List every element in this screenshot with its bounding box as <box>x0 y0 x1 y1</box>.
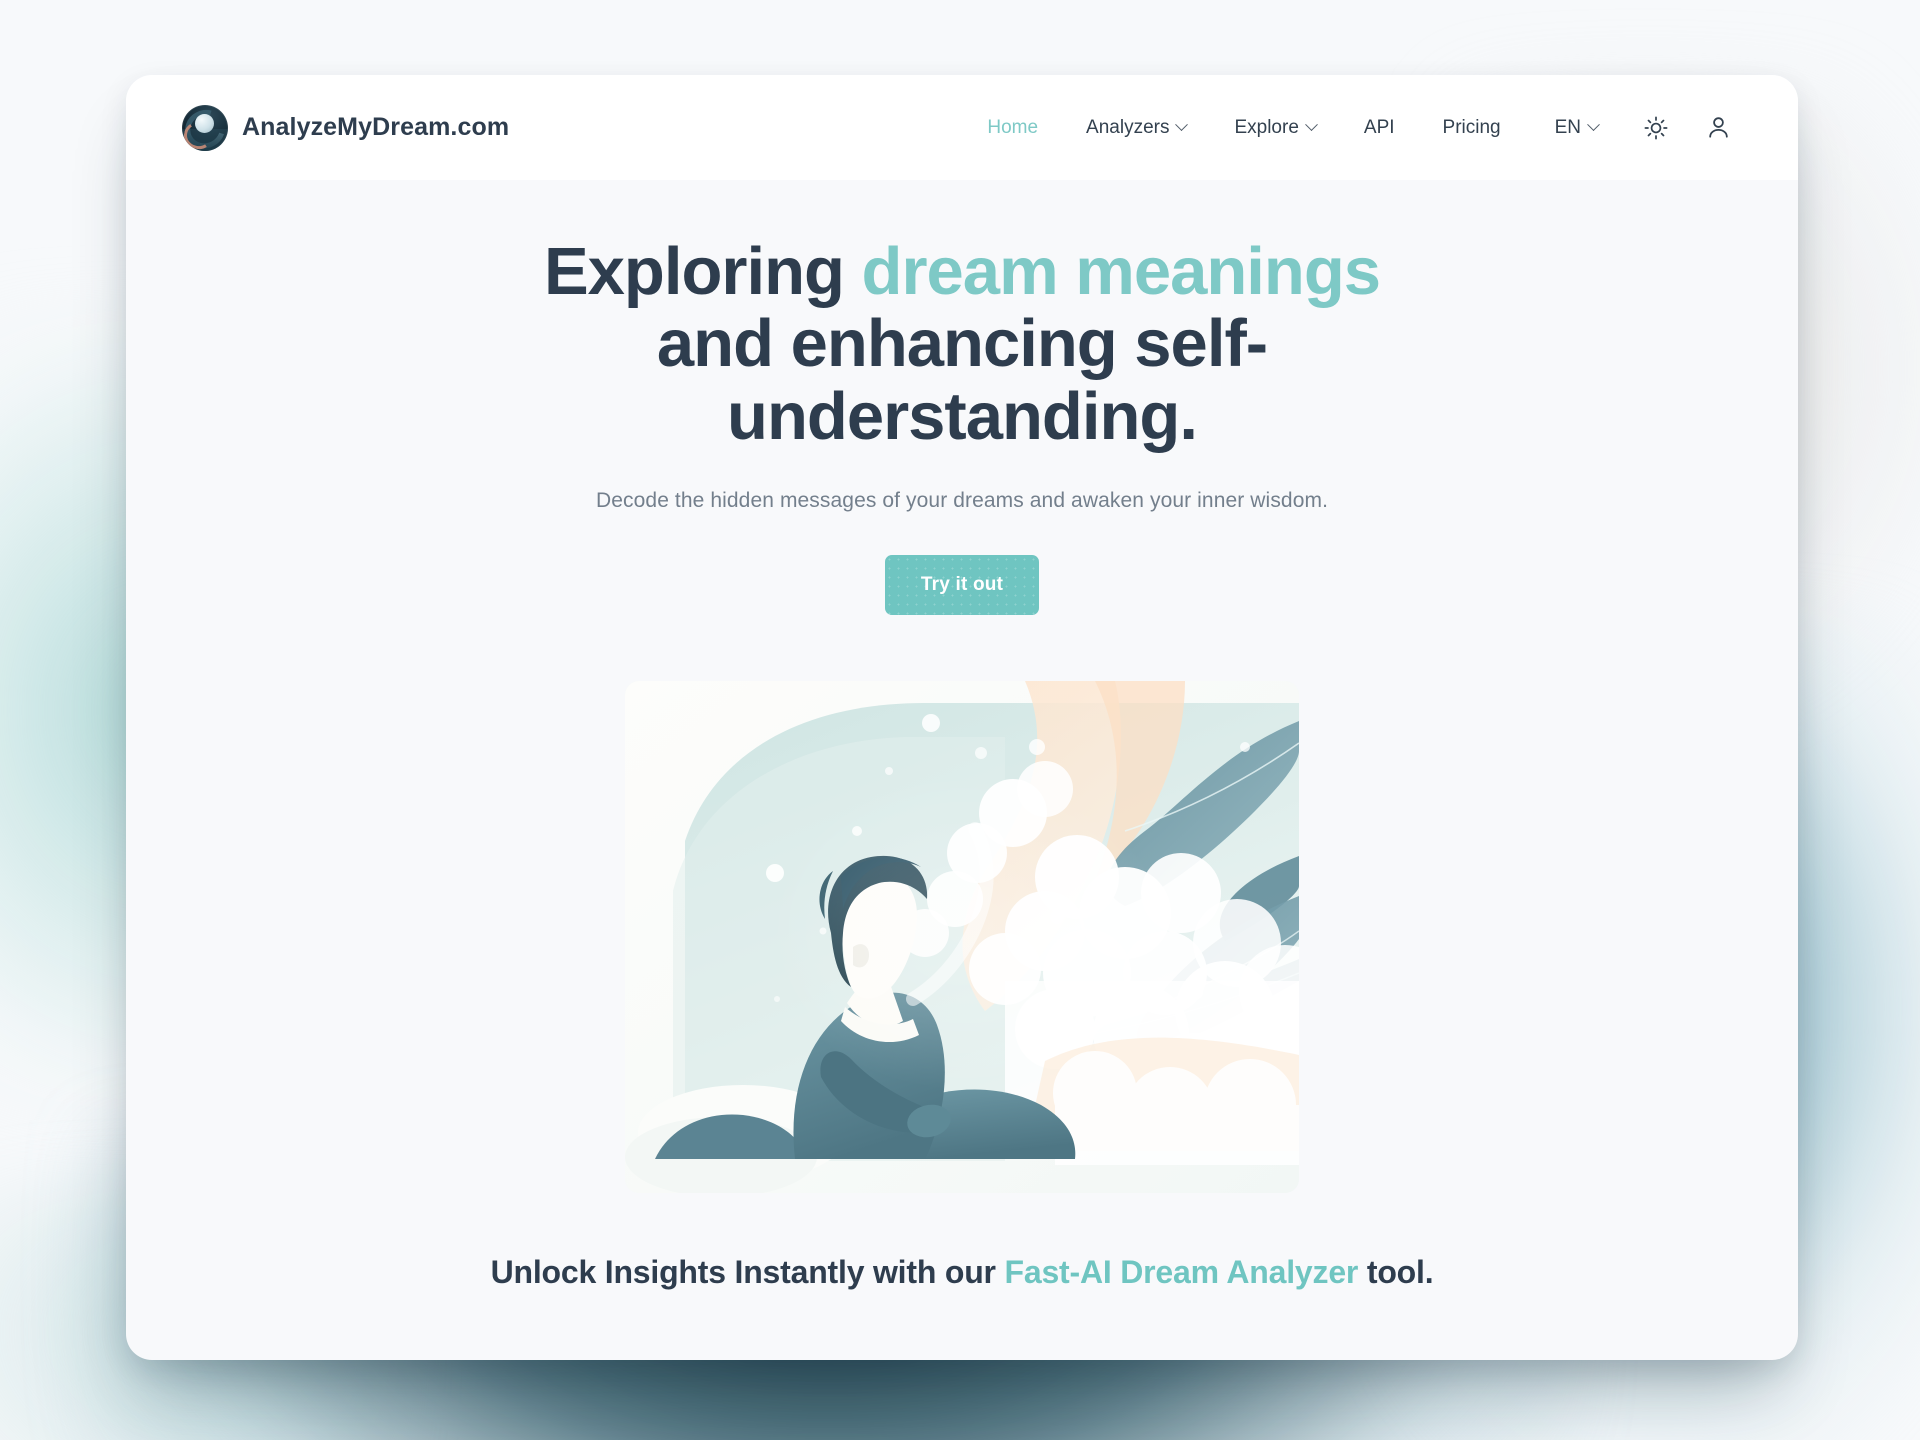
main-navigation: Home Analyzers Explore API Pricing EN <box>963 106 1740 150</box>
nav-item-home[interactable]: Home <box>963 107 1062 149</box>
language-selector-label: EN <box>1554 116 1581 138</box>
theme-toggle-button[interactable] <box>1634 106 1678 150</box>
language-selector[interactable]: EN <box>1525 107 1616 149</box>
dream-orb-logo-icon <box>182 104 228 151</box>
sun-icon <box>1644 116 1668 139</box>
app-window-card: AnalyzeMyDream.com Home Analyzers Explor… <box>126 75 1798 1360</box>
brand-logo-link[interactable]: AnalyzeMyDream.com <box>182 104 510 151</box>
nav-item-analyzers[interactable]: Analyzers <box>1062 107 1210 149</box>
nav-item-explore-label: Explore <box>1234 116 1299 138</box>
try-it-out-button[interactable]: Try it out <box>884 555 1040 616</box>
site-header: AnalyzeMyDream.com Home Analyzers Explor… <box>126 75 1798 180</box>
chevron-down-icon <box>1305 118 1318 132</box>
nav-item-explore[interactable]: Explore <box>1210 107 1339 149</box>
hero-section: Exploring dream meanings and enhancing s… <box>126 180 1798 1294</box>
tagline-part2: tool. <box>1358 1254 1434 1291</box>
hero-title-part2: and enhancing self-understanding. <box>656 306 1268 454</box>
chevron-down-icon <box>1175 118 1189 132</box>
nav-item-pricing[interactable]: Pricing <box>1419 107 1525 149</box>
dream-illustration-image <box>625 681 1299 1194</box>
page-title: Exploring dream meanings and enhancing s… <box>482 234 1442 454</box>
user-icon <box>1708 117 1728 138</box>
account-button[interactable] <box>1696 106 1740 150</box>
hero-subtitle: Decode the hidden messages of your dream… <box>596 489 1328 513</box>
hero-title-accent: dream meanings <box>861 234 1381 309</box>
tagline-accent: Fast-AI Dream Analyzer <box>1004 1254 1359 1291</box>
nav-item-api-label: API <box>1363 116 1395 138</box>
nav-item-api[interactable]: API <box>1340 107 1419 149</box>
tagline-part1: Unlock Insights Instantly with our <box>490 1254 1005 1291</box>
bottom-tagline: Unlock Insights Instantly with our Fast-… <box>462 1251 1462 1294</box>
nav-item-pricing-label: Pricing <box>1442 116 1501 138</box>
nav-item-analyzers-label: Analyzers <box>1086 116 1170 138</box>
hero-title-part1: Exploring <box>543 234 862 309</box>
brand-name: AnalyzeMyDream.com <box>242 113 510 141</box>
hero-illustration <box>625 681 1299 1194</box>
hero-cta-wrapper: Try it out <box>126 555 1798 616</box>
nav-item-home-label: Home <box>987 116 1039 138</box>
chevron-down-icon <box>1587 118 1600 132</box>
